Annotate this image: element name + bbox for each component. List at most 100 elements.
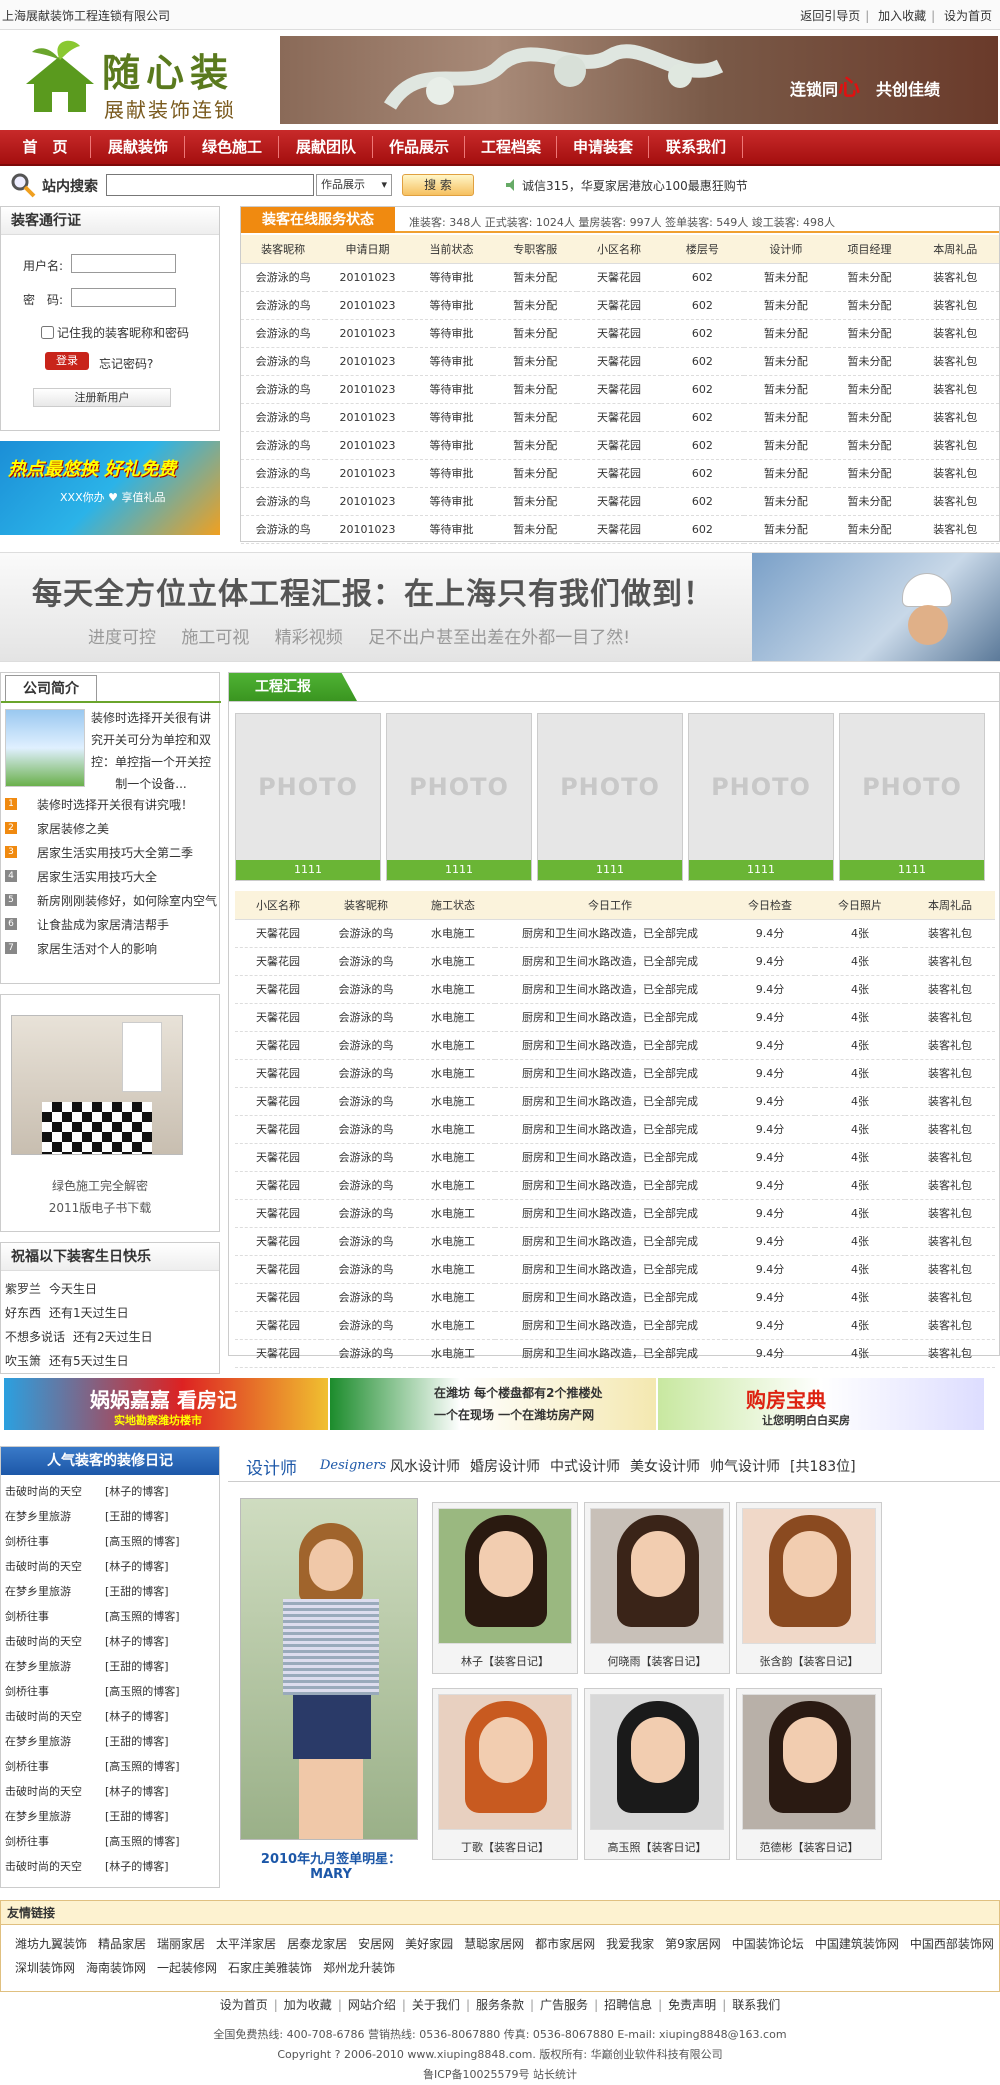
company-intro-tab[interactable]: 公司简介: [5, 675, 97, 701]
friend-link[interactable]: 居泰龙家居: [287, 1937, 347, 1951]
remember-me[interactable]: 记住我的装客昵称和密码: [41, 324, 189, 341]
designer-card[interactable]: 高玉照【装客日记】: [584, 1688, 730, 1860]
project-photo[interactable]: PHOTO 1111: [537, 713, 683, 881]
company-thumbnail[interactable]: [5, 709, 85, 787]
table-row[interactable]: 会游泳的鸟 20101023 等待审批 暂未分配 天馨花园 602 暂未分配 暂未分配 装客礼包: [241, 515, 999, 544]
article-link[interactable]: 6 让食盐成为家居清洁帮手: [5, 913, 217, 937]
table-row[interactable]: 天馨花园 会游泳的鸟 水电施工 厨房和卫生间水路改造，已全部完成 9.4分 4张 装客礼包: [235, 947, 995, 976]
diary-item[interactable]: 在梦乡里旅游 [王甜的博客]: [5, 1579, 169, 1604]
search-category-select[interactable]: 作品展示 ▾: [316, 174, 392, 196]
diary-item[interactable]: 在梦乡里旅游 [王甜的博客]: [5, 1504, 169, 1529]
designer-category-link[interactable]: 美女设计师: [630, 1459, 700, 1475]
table-row[interactable]: 天馨花园 会游泳的鸟 水电施工 厨房和卫生间水路改造，已全部完成 9.4分 4张 装客礼包: [235, 1031, 995, 1060]
ad-home-buying-guide[interactable]: 购房宝典 让您明明白白买房: [658, 1378, 984, 1430]
birthday-item[interactable]: 好东西 还有1天过生日: [5, 1301, 129, 1325]
friend-link[interactable]: 中国建筑装饰网: [815, 1937, 899, 1951]
green-construction-image[interactable]: [11, 1015, 183, 1155]
diary-item[interactable]: 剑桥往事 [高玉照的博客]: [5, 1829, 180, 1854]
diary-item[interactable]: 剑桥往事 [高玉照的博客]: [5, 1604, 180, 1629]
designer-category-link[interactable]: 中式设计师: [550, 1459, 620, 1475]
birthday-item[interactable]: 不想多说话 还有2天过生日: [5, 1325, 153, 1349]
diary-item[interactable]: 在梦乡里旅游 [王甜的博客]: [5, 1729, 169, 1754]
table-row[interactable]: 天馨花园 会游泳的鸟 水电施工 厨房和卫生间水路改造，已全部完成 9.4分 4张 装客礼包: [235, 1115, 995, 1144]
login-button[interactable]: 登录: [45, 352, 89, 370]
project-report-tab[interactable]: 工程汇报: [229, 673, 357, 701]
footer-link[interactable]: 设为首页: [220, 1998, 268, 2012]
footer-link[interactable]: 免责声明: [668, 1998, 716, 2012]
friend-link[interactable]: 慧聪家居网: [464, 1937, 524, 1951]
diary-item[interactable]: 击破时尚的天空 [林子的博客]: [5, 1479, 169, 1504]
diary-item[interactable]: 剑桥往事 [高玉照的博客]: [5, 1529, 180, 1554]
add-favorite-link[interactable]: 加入收藏: [878, 9, 926, 23]
search-button[interactable]: 搜 索: [402, 174, 474, 196]
nav-contact[interactable]: 联系我们: [650, 130, 742, 164]
friend-link[interactable]: 太平洋家居: [216, 1937, 276, 1951]
designer-category-link[interactable]: 帅气设计师: [710, 1459, 780, 1475]
nav-team[interactable]: 展献团队: [280, 130, 372, 164]
article-link[interactable]: 5 新房刚刚装修好，如何除室内空气: [5, 889, 217, 913]
friend-link[interactable]: 中国装饰论坛: [732, 1937, 804, 1951]
table-row[interactable]: 天馨花园 会游泳的鸟 水电施工 厨房和卫生间水路改造，已全部完成 9.4分 4张 装客礼包: [235, 1311, 995, 1340]
footer-link[interactable]: 关于我们: [412, 1998, 460, 2012]
article-link[interactable]: 4 居家生活实用技巧大全: [5, 865, 217, 889]
friend-link[interactable]: 潍坊九翼装饰: [15, 1937, 87, 1951]
table-row[interactable]: 会游泳的鸟 20101023 等待审批 暂未分配 天馨花园 602 暂未分配 暂未分配 装客礼包: [241, 375, 999, 404]
footer-link[interactable]: 加为收藏: [284, 1998, 332, 2012]
table-row[interactable]: 天馨花园 会游泳的鸟 水电施工 厨房和卫生间水路改造，已全部完成 9.4分 4张 装客礼包: [235, 1171, 995, 1200]
birthday-item[interactable]: 紫罗兰 今天生日: [5, 1277, 97, 1301]
designer-category-link[interactable]: 风水设计师: [390, 1459, 460, 1475]
table-row[interactable]: 会游泳的鸟 20101023 等待审批 暂未分配 天馨花园 602 暂未分配 暂未分配 装客礼包: [241, 291, 999, 320]
diary-item[interactable]: 剑桥往事 [高玉照的博客]: [5, 1679, 180, 1704]
designer-category-link[interactable]: [共183位]: [790, 1459, 856, 1475]
friend-link[interactable]: 我爱我家: [606, 1937, 654, 1951]
project-photo[interactable]: PHOTO 1111: [386, 713, 532, 881]
status-tab[interactable]: 装客在线服务状态: [241, 207, 395, 233]
ad-weifang-property[interactable]: 在潍坊 每个楼盘都有2个推楼处 一个在现场 一个在潍坊房产网: [330, 1378, 656, 1430]
footer-link[interactable]: 广告服务: [540, 1998, 588, 2012]
header-banner[interactable]: 连锁同心 共创佳绩: [280, 36, 998, 124]
friend-link[interactable]: 第9家居网: [665, 1937, 721, 1951]
table-row[interactable]: 会游泳的鸟 20101023 等待审批 暂未分配 天馨花园 602 暂未分配 暂未分配 装客礼包: [241, 263, 999, 292]
register-button[interactable]: 注册新用户: [33, 388, 171, 407]
table-row[interactable]: 会游泳的鸟 20101023 等待审批 暂未分配 天馨花园 602 暂未分配 暂未分配 装客礼包: [241, 347, 999, 376]
table-row[interactable]: 天馨花园 会游泳的鸟 水电施工 厨房和卫生间水路改造，已全部完成 9.4分 4张 装客礼包: [235, 1199, 995, 1228]
promo-ad-left[interactable]: 热点最悠换 好礼免费 XXX你办 ♥ 享值礼品: [0, 441, 220, 535]
nav-green-construction[interactable]: 绿色施工: [186, 130, 278, 164]
footer-link[interactable]: 招聘信息: [604, 1998, 652, 2012]
set-homepage-link[interactable]: 设为首页: [944, 9, 992, 23]
footer-icp[interactable]: 鲁ICP备10025579号 站长统计: [0, 2066, 1000, 2082]
project-photo[interactable]: PHOTO 1111: [688, 713, 834, 881]
table-row[interactable]: 天馨花园 会游泳的鸟 水电施工 厨房和卫生间水路改造，已全部完成 9.4分 4张 装客礼包: [235, 1339, 995, 1368]
friend-link[interactable]: 中国西部装饰网: [910, 1937, 994, 1951]
designer-card[interactable]: 范德彬【装客日记】: [736, 1688, 882, 1860]
article-link[interactable]: 7 家居生活对个人的影响: [5, 937, 217, 961]
table-row[interactable]: 天馨花园 会游泳的鸟 水电施工 厨房和卫生间水路改造，已全部完成 9.4分 4张 装客礼包: [235, 1003, 995, 1032]
password-input[interactable]: [71, 288, 176, 307]
friend-link[interactable]: 精品家居: [98, 1937, 146, 1951]
diary-item[interactable]: 击破时尚的天空 [林子的博客]: [5, 1629, 169, 1654]
friend-link[interactable]: 美好家园: [405, 1937, 453, 1951]
nav-apply[interactable]: 申请装套: [558, 130, 648, 164]
forgot-password-link[interactable]: 忘记密码?: [99, 355, 153, 372]
diary-item[interactable]: 击破时尚的天空 [林子的博客]: [5, 1554, 169, 1579]
nav-home[interactable]: 首 页: [0, 130, 90, 164]
project-report-banner[interactable]: 每天全方位立体工程汇报：在上海只有我们做到！ 进度可控 施工可视 精彩视频 足不…: [0, 552, 1000, 662]
friend-link[interactable]: 安居网: [358, 1937, 394, 1951]
diary-item[interactable]: 剑桥往事 [高玉照的博客]: [5, 1754, 180, 1779]
table-row[interactable]: 天馨花园 会游泳的鸟 水电施工 厨房和卫生间水路改造，已全部完成 9.4分 4张 装客礼包: [235, 1059, 995, 1088]
table-row[interactable]: 天馨花园 会游泳的鸟 水电施工 厨房和卫生间水路改造，已全部完成 9.4分 4张 装客礼包: [235, 1283, 995, 1312]
table-row[interactable]: 会游泳的鸟 20101023 等待审批 暂未分配 天馨花园 602 暂未分配 暂未分配 装客礼包: [241, 431, 999, 460]
project-photo[interactable]: PHOTO 1111: [839, 713, 985, 881]
search-input[interactable]: [106, 174, 314, 196]
logo[interactable]: 随心装 展献装饰连锁: [20, 38, 270, 122]
diary-item[interactable]: 在梦乡里旅游 [王甜的博客]: [5, 1654, 169, 1679]
friend-link[interactable]: 石家庄美雅装饰: [228, 1961, 312, 1975]
ad-house-visit[interactable]: 娲娲嘉嘉 看房记 实地勘察潍坊楼市: [4, 1378, 328, 1430]
table-row[interactable]: 天馨花园 会游泳的鸟 水电施工 厨房和卫生间水路改造，已全部完成 9.4分 4张 装客礼包: [235, 1143, 995, 1172]
friend-link[interactable]: 一起装修网: [157, 1961, 217, 1975]
footer-link[interactable]: 网站介绍: [348, 1998, 396, 2012]
green-construction-caption[interactable]: 绿色施工完全解密: [1, 1177, 199, 1194]
friend-link[interactable]: 都市家居网: [535, 1937, 595, 1951]
nav-works[interactable]: 作品展示: [374, 130, 464, 164]
designer-card[interactable]: 林子【装客日记】: [432, 1502, 578, 1674]
